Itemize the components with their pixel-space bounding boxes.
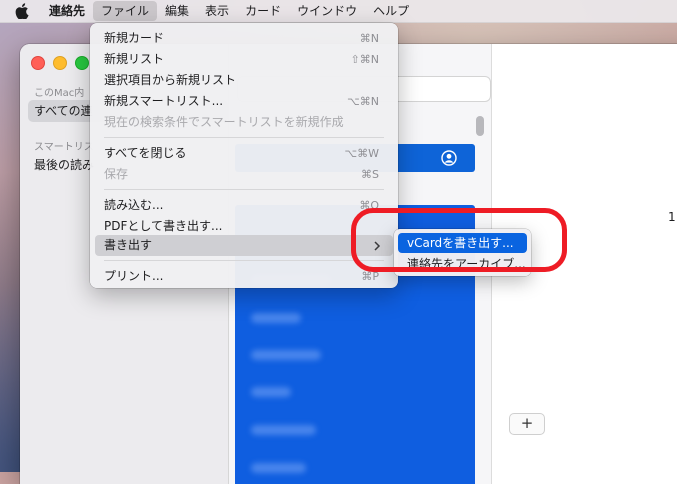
shortcut-label: ⌘O: [359, 199, 379, 212]
menu-item-new-list[interactable]: 新規リスト ⇧⌘N: [95, 49, 393, 70]
menu-item-save: 保存 ⌘S: [95, 164, 393, 185]
apple-logo-icon[interactable]: [15, 0, 33, 22]
menu-help[interactable]: ヘルプ: [365, 0, 417, 22]
file-menu: 新規カード ⌘N 新規リスト ⇧⌘N 選択項目から新規リスト 新規スマートリスト…: [90, 23, 398, 288]
submenu-item-archive-contacts[interactable]: 連絡先をアーカイブ...: [398, 254, 527, 274]
shortcut-label: ⌘P: [361, 270, 379, 283]
menu-item-label: 新規スマートリスト...: [104, 94, 224, 108]
menu-item-label: 現在の検索条件でスマートリストを新規作成: [104, 115, 344, 129]
shortcut-label: ⌥⌘N: [347, 95, 379, 108]
chevron-right-icon: [373, 235, 381, 258]
menu-item-label: 書き出す: [104, 238, 153, 252]
minimize-button[interactable]: [53, 56, 67, 70]
sidebar-section-mac: このMac内: [34, 88, 85, 99]
menu-item-label: 保存: [104, 167, 129, 181]
menu-item-label: 読み込む...: [104, 198, 164, 212]
menu-item-close-all[interactable]: すべてを閉じる ⌥⌘W: [95, 143, 393, 164]
menu-separator: [104, 189, 384, 190]
menu-separator: [104, 137, 384, 138]
menu-item-print[interactable]: プリント... ⌘P: [95, 266, 393, 287]
menu-item-label: 新規リスト: [104, 52, 165, 66]
menu-app-name[interactable]: 連絡先: [41, 0, 93, 22]
menu-item-export[interactable]: 書き出す: [95, 235, 393, 256]
sidebar-section-smart: スマートリス: [34, 142, 94, 153]
shortcut-label: ⇧⌘N: [350, 53, 379, 66]
submenu-item-export-vcard[interactable]: vCardを書き出す...: [398, 233, 527, 253]
menu-item-new-card[interactable]: 新規カード ⌘N: [95, 28, 393, 49]
close-button[interactable]: [31, 56, 45, 70]
menu-window[interactable]: ウインドウ: [289, 0, 365, 22]
menu-separator: [104, 260, 384, 261]
menu-item-smart-list-from-search: 現在の検索条件でスマートリストを新規作成: [95, 112, 393, 133]
scrollbar-thumb[interactable]: [476, 116, 484, 136]
shortcut-label: ⌘S: [361, 168, 379, 181]
menu-item-label: PDFとして書き出す...: [104, 219, 223, 233]
menu-item-new-smart-list[interactable]: 新規スマートリスト... ⌥⌘N: [95, 91, 393, 112]
detail-count: 1: [668, 210, 676, 224]
menu-item-label: 選択項目から新規リスト: [104, 73, 237, 87]
add-button[interactable]: +: [509, 413, 545, 435]
menu-card[interactable]: カード: [237, 0, 289, 22]
menu-item-new-list-from-selection[interactable]: 選択項目から新規リスト: [95, 70, 393, 91]
menu-bar: 連絡先 ファイル 編集 表示 カード ウインドウ ヘルプ: [0, 0, 677, 23]
menu-item-export-pdf[interactable]: PDFとして書き出す...: [95, 216, 393, 237]
menu-view[interactable]: 表示: [197, 0, 237, 22]
menu-item-import[interactable]: 読み込む... ⌘O: [95, 195, 393, 216]
zoom-button[interactable]: [75, 56, 89, 70]
menu-file[interactable]: ファイル: [93, 1, 158, 21]
menu-item-label: プリント...: [104, 269, 164, 283]
person-circle-icon: [441, 150, 457, 169]
shortcut-label: ⌘N: [359, 32, 379, 45]
window-controls: [31, 56, 89, 70]
shortcut-label: ⌥⌘W: [344, 147, 379, 160]
export-submenu: vCardを書き出す... 連絡先をアーカイブ...: [394, 229, 531, 276]
menu-item-label: すべてを閉じる: [104, 146, 187, 160]
menu-item-label: 新規カード: [104, 31, 165, 45]
menu-edit[interactable]: 編集: [157, 0, 197, 22]
